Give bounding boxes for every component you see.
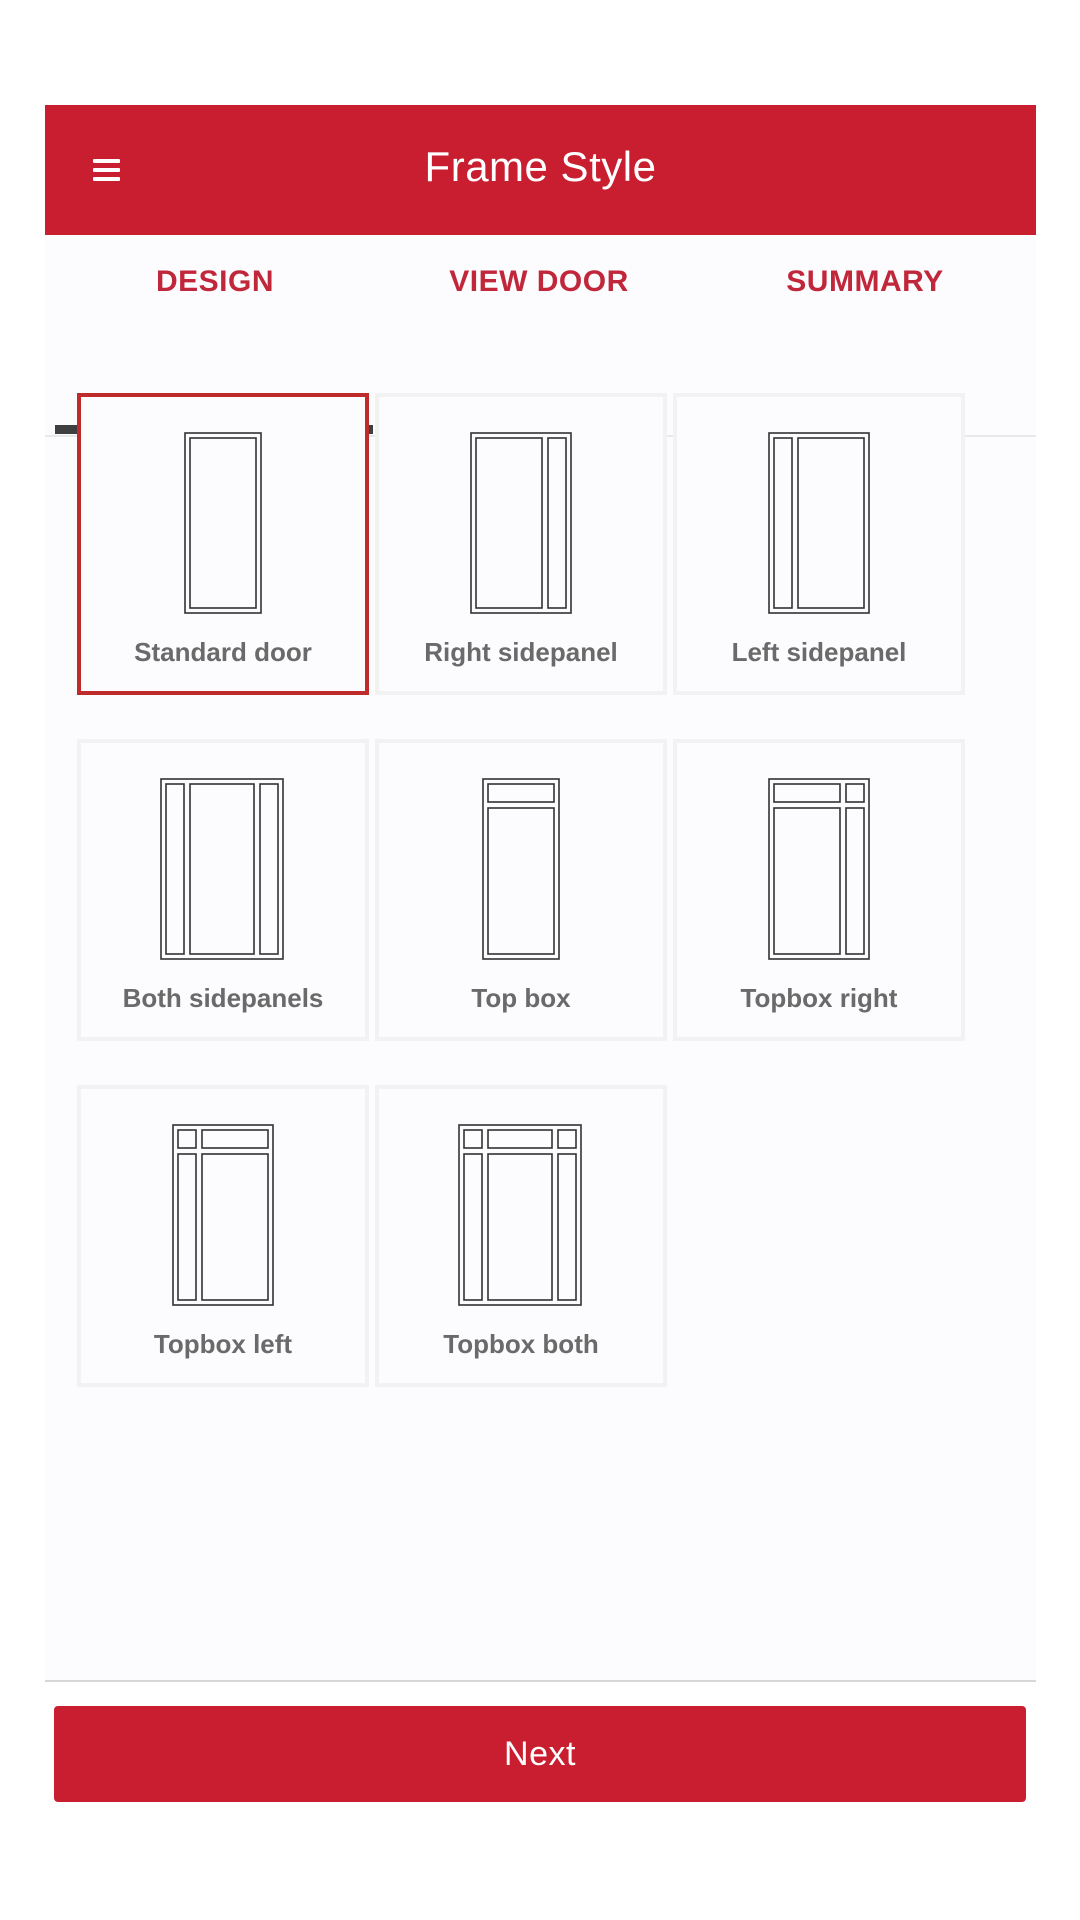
frame-style-topbox-right[interactable]: Topbox right [673,739,965,1041]
top-box-icon [482,778,560,960]
frame-style-right-sidepanel[interactable]: Right sidepanel [375,393,667,695]
frame-style-label: Topbox both [443,1329,599,1359]
tab-summary[interactable]: SUMMARY [705,235,1025,331]
right-sidepanel-icon [470,432,572,614]
frame-style-label: Topbox right [740,983,898,1013]
frame-style-label: Standard door [134,637,312,667]
topbox-both-icon [458,1124,582,1306]
topbox-right-icon [768,778,870,960]
left-sidepanel-icon [768,432,870,614]
frame-style-both-sidepanels[interactable]: Both sidepanels [77,739,369,1041]
frame-style-label: Left sidepanel [731,637,907,667]
frame-style-topbox-left[interactable]: Topbox left [77,1085,369,1387]
topbox-left-icon [172,1124,274,1306]
frame-style-left-sidepanel[interactable]: Left sidepanel [673,393,965,695]
tab-view-door[interactable]: VIEW DOOR [379,235,699,331]
next-button[interactable]: Next [54,1706,1026,1802]
header-bar: Frame Style [45,105,1036,235]
tab-design[interactable]: DESIGN [55,235,375,331]
frame-style-top-box[interactable]: Top box [375,739,667,1041]
frame-style-label: Both sidepanels [122,983,324,1013]
frame-style-label: Topbox left [153,1329,293,1359]
app-container: Frame Style DESIGN VIEW DOOR SUMMARY Sta… [45,105,1036,1682]
frame-style-label: Top box [471,983,571,1013]
frame-style-label: Right sidepanel [424,637,618,667]
both-sidepanels-icon [160,778,284,960]
standard-door-icon [184,432,262,614]
frame-style-standard-door[interactable]: Standard door [77,393,369,695]
frame-style-topbox-both[interactable]: Topbox both [375,1085,667,1387]
footer-divider [45,1680,1036,1682]
page-title: Frame Style [424,143,657,190]
